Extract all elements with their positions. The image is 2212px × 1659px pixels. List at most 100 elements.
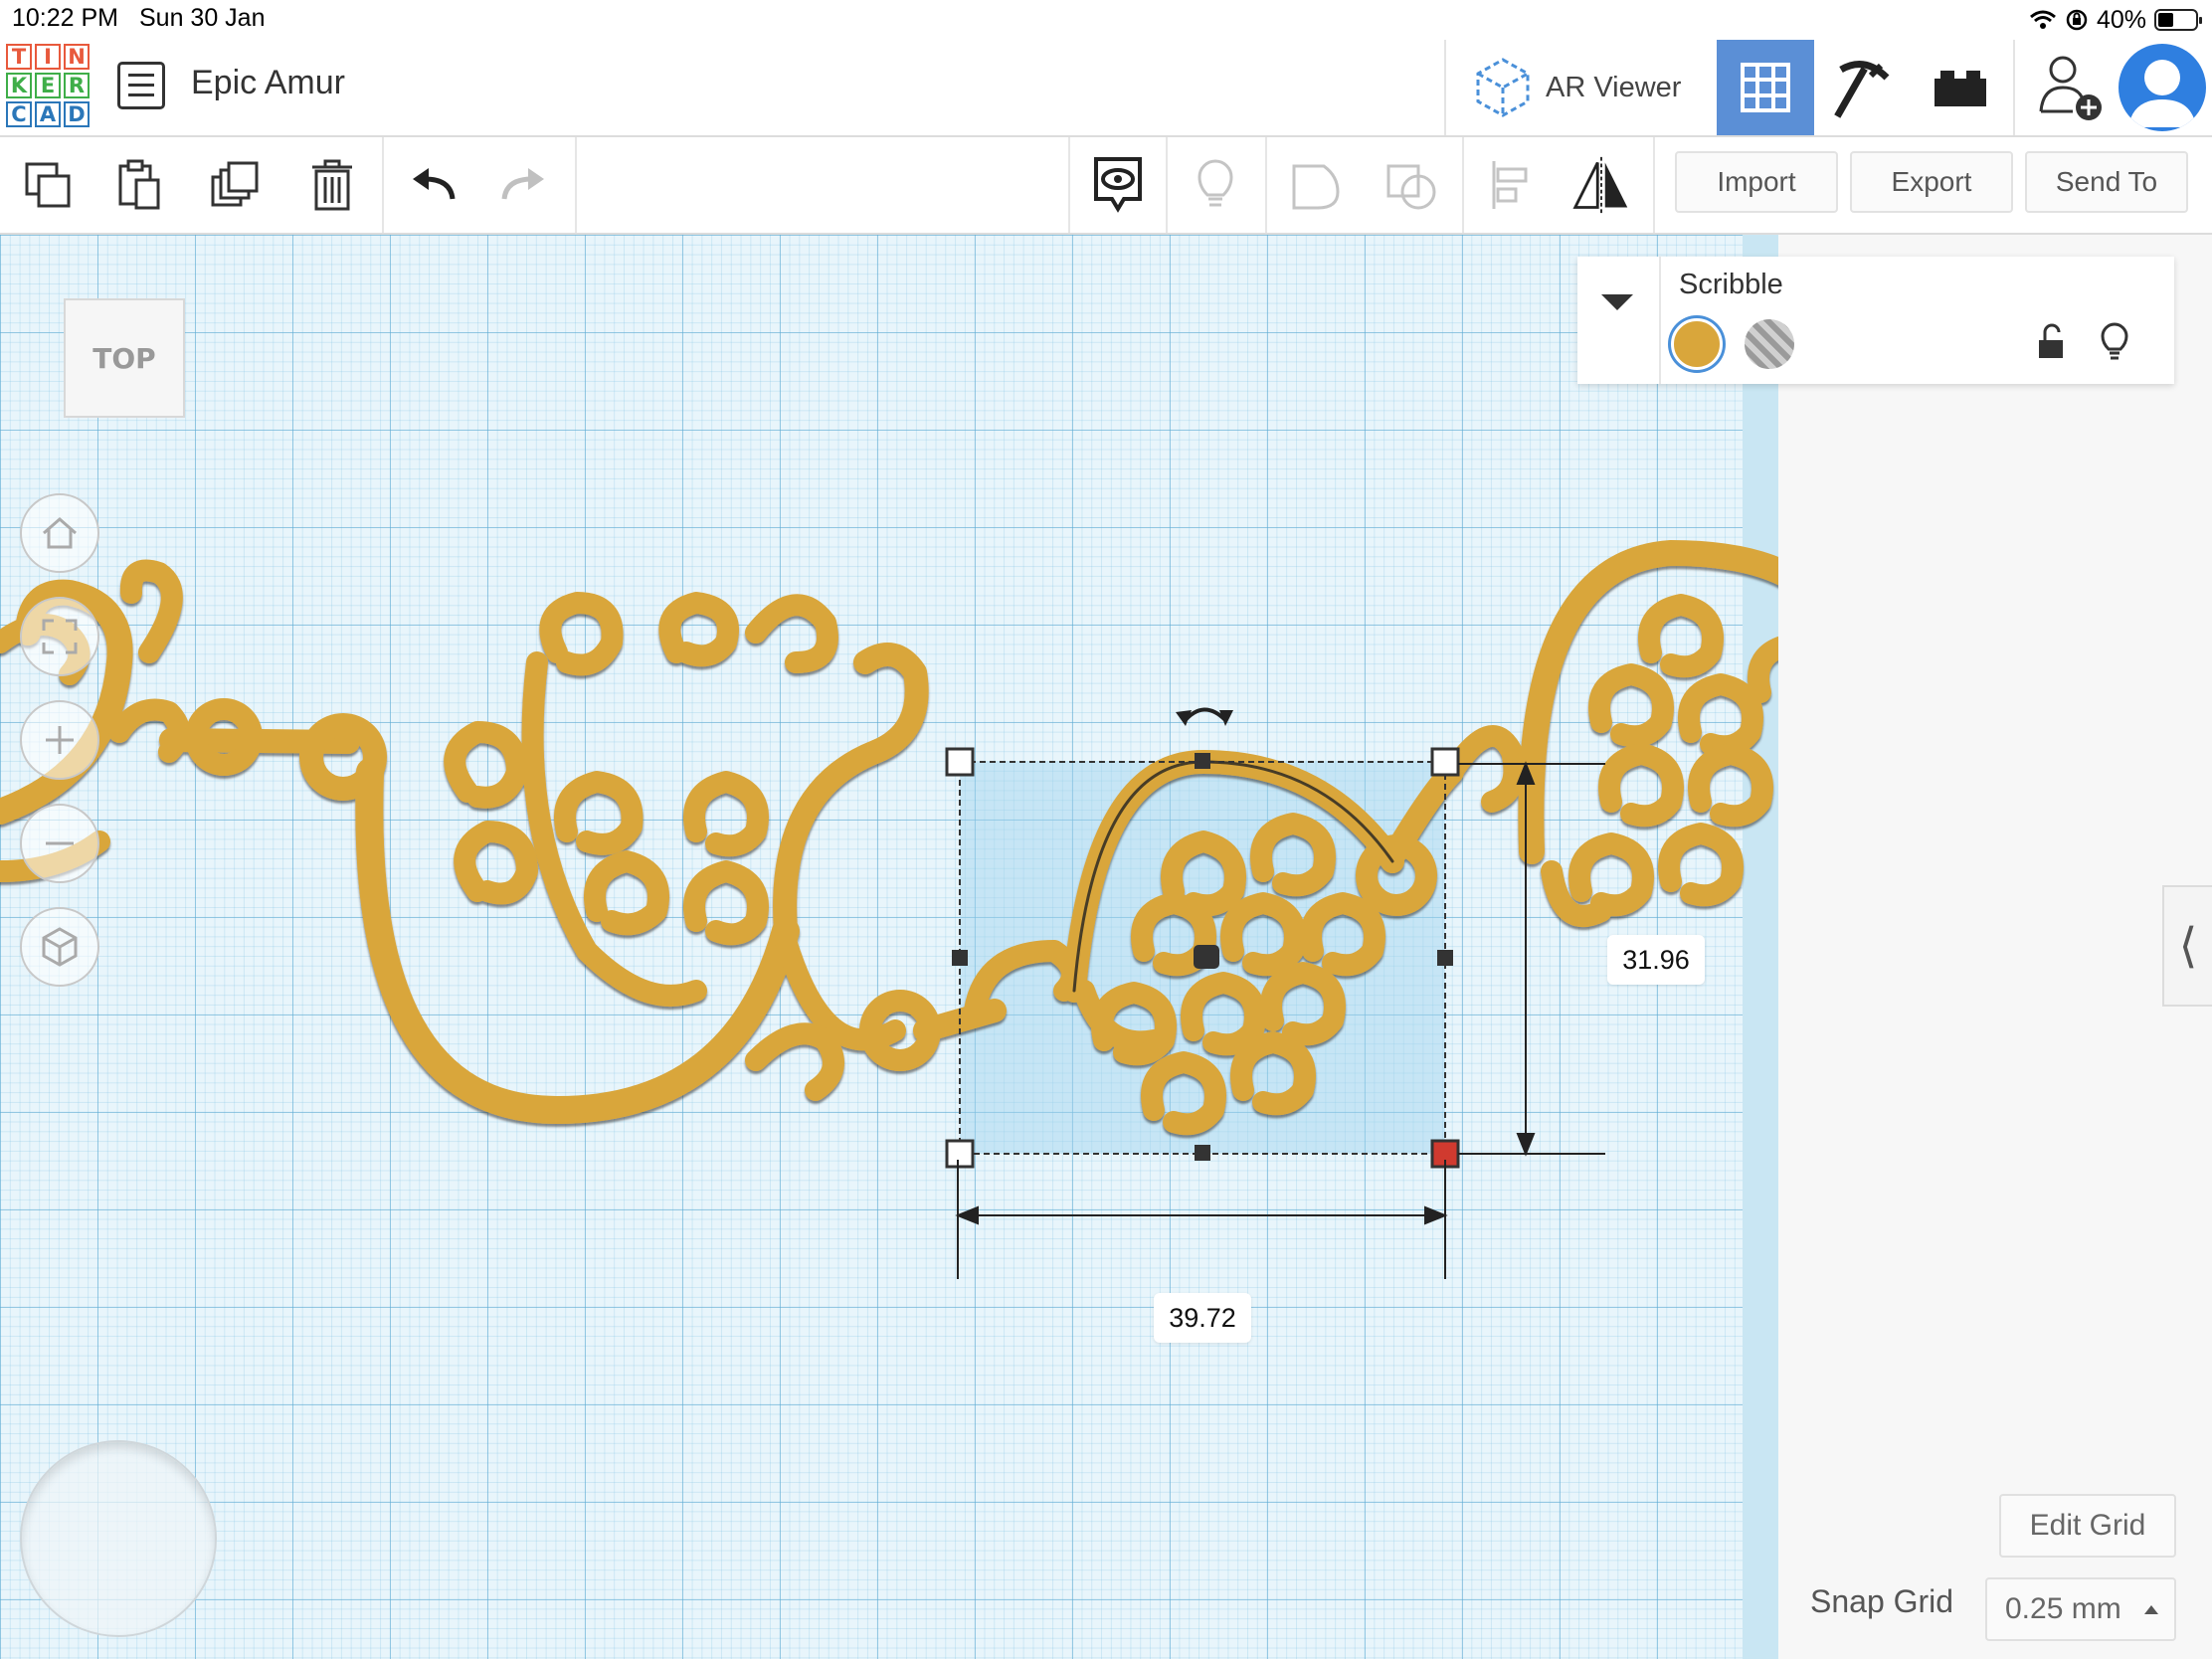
redo-button[interactable] [495,155,555,215]
caret-up-icon [2144,1605,2158,1614]
group-button[interactable] [1285,155,1345,215]
solid-color-swatch[interactable] [1671,318,1723,370]
divider [382,137,384,233]
status-right: 40% [2029,4,2202,36]
hide-button[interactable] [2095,320,2134,364]
corner-handle[interactable] [945,747,975,777]
fit-icon [42,619,78,654]
delete-button[interactable] [302,155,362,215]
wifi-icon [2029,10,2056,29]
lock-button[interactable] [2031,320,2071,364]
duplicate-icon [211,161,259,207]
ornament-right[interactable] [1441,540,1778,927]
add-user-icon [2039,56,2102,120]
fit-view-button[interactable] [20,597,99,676]
unlock-icon [2039,323,2063,358]
notes-toggle-button[interactable] [1088,155,1148,215]
snap-grid-select[interactable]: 0.25 mm [1985,1577,2176,1641]
send-to-button[interactable]: Send To [2025,151,2188,213]
logo-letter: K [6,73,32,98]
edge-handle[interactable] [1437,950,1453,966]
copy-button[interactable] [18,155,78,215]
divider [575,137,577,233]
depth-dimension-label[interactable]: 31.96 [1607,935,1705,985]
brick-icon [1935,71,1986,106]
edit-grid-button[interactable]: Edit Grid [1999,1494,2176,1558]
inspector-collapse-button[interactable] [1577,257,1661,384]
logo-letter: R [64,73,90,98]
corner-handle[interactable] [945,1139,975,1169]
divider [1653,137,1655,233]
import-button[interactable]: Import [1675,151,1838,213]
ar-viewer-label: AR Viewer [1546,71,1682,103]
bricks-view-button[interactable] [1912,40,2009,135]
width-dimension-label[interactable]: 39.72 [1154,1293,1251,1343]
codeblocks-view-button[interactable] [1814,40,1912,135]
hole-swatch[interactable] [1745,319,1794,369]
export-button[interactable]: Export [1850,151,2013,213]
design-list-icon[interactable] [117,62,165,109]
projection-button[interactable] [20,907,99,987]
workplane-canvas[interactable]: TOP Scribble 39.72 31.96 ⟨ Edit Grid Sna… [0,235,2212,1659]
plus-icon [46,726,74,754]
pickaxe-icon [1834,61,1890,118]
logo-letter: T [6,44,32,70]
duplicate-button[interactable] [207,155,267,215]
ar-viewer-button[interactable]: AR Viewer [1444,40,1721,135]
status-time: 10:22 PM [12,4,119,32]
edge-handle[interactable] [952,950,968,966]
grid-icon [1741,63,1790,112]
3d-design-view-button[interactable] [1717,40,1814,135]
snap-grid-label: Snap Grid [1810,1583,1954,1619]
group-icon [1292,164,1340,210]
logo-letter: N [64,44,90,70]
user-avatar[interactable] [2119,44,2206,131]
align-button[interactable] [1480,155,1540,215]
project-title[interactable]: Epic Amur [191,64,345,102]
divider [1462,137,1464,233]
status-bar: 10:22 PM Sun 30 Jan 40% [0,0,2212,40]
shapes-panel-toggle[interactable]: ⟨ [2162,885,2212,1007]
logo-letter: C [6,101,32,127]
cube-icon [42,927,78,967]
chevron-left-icon: ⟨ [2178,920,2198,973]
divider [1166,137,1168,233]
edge-handle[interactable] [1195,1145,1210,1161]
center-handle[interactable] [1194,945,1219,969]
orbit-joystick[interactable] [20,1440,217,1637]
ar-cube-icon [1476,58,1530,117]
mirror-button[interactable] [1571,155,1631,215]
trash-icon [312,159,352,211]
zoom-out-button[interactable] [20,804,99,883]
home-view-button[interactable] [20,493,99,573]
mirror-icon [1572,156,1628,214]
lightbulb-icon [2101,322,2128,360]
view-cube[interactable]: TOP [64,298,185,418]
paste-button[interactable] [109,155,169,215]
corner-handle[interactable] [1430,747,1460,777]
copy-icon [25,162,71,208]
avatar-icon [2128,60,2196,127]
logo-letter: I [35,44,61,70]
show-all-button[interactable] [1186,155,1245,215]
title-bar: T I N K E R C A D Epic Amur AR Viewer [0,40,2212,137]
toolbar: Import Export Send To [0,137,2212,235]
lightbulb-icon [1198,159,1233,207]
ornament-center-left[interactable] [299,592,1007,1124]
undo-button[interactable] [402,155,461,215]
edge-handle[interactable] [1195,753,1210,769]
rotate-handle[interactable] [1176,707,1233,726]
tinkercad-logo[interactable]: T I N K E R C A D [6,44,90,127]
orientation-lock-icon [2066,9,2088,31]
align-icon [1492,161,1528,209]
divider [1068,137,1070,233]
paste-icon [118,159,160,210]
zoom-in-button[interactable] [20,700,99,780]
ungroup-button[interactable] [1382,155,1442,215]
home-icon [43,517,77,549]
width-dimension [955,1160,1448,1279]
logo-letter: E [35,73,61,98]
divider [2013,40,2015,135]
invite-user-button[interactable] [2021,40,2119,135]
logo-letter: A [35,101,61,127]
